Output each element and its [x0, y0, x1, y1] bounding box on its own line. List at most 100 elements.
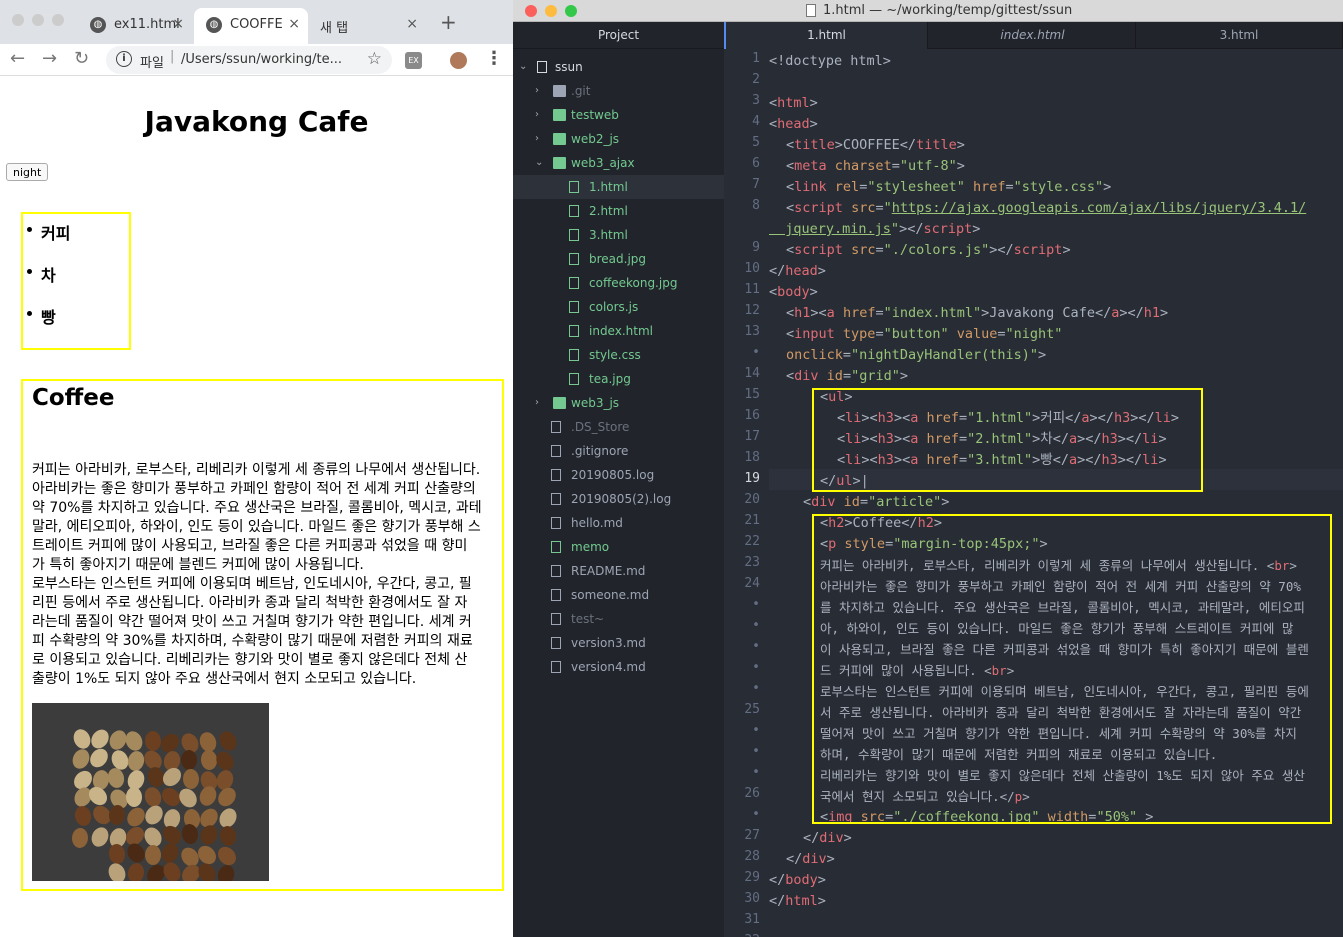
nav-item-coffee[interactable]: 커피 [27, 220, 70, 244]
zoom-window-button[interactable] [52, 14, 64, 26]
file-icon [551, 613, 561, 625]
line-number: • [752, 345, 760, 360]
info-icon[interactable]: i [116, 51, 132, 67]
chevron-down-icon[interactable]: ⌄ [535, 151, 543, 175]
minimize-window-button[interactable] [545, 5, 557, 17]
nav-link[interactable]: 차 [41, 266, 56, 285]
tree-item[interactable]: colors.js [513, 295, 724, 319]
browser-tab-new[interactable]: 새 탭 × [312, 8, 426, 44]
line-number-gutter: 1 2 3 4 5 6 7 8 9 10 11 12 13 • 14 15 16 17 18 19 20 21 22 23 24… [724, 49, 770, 937]
article-paragraph: 커피는 아라비카, 로부스타, 리베리카 이렇게 세 종류의 나무에서 생산됩니… [32, 462, 482, 687]
window-title: 1.html — ~/working/temp/gittest/ssun [823, 3, 1073, 18]
chevron-right-icon[interactable]: › [535, 127, 539, 151]
tree-item[interactable]: 2.html [513, 199, 724, 223]
code-line: <meta charset="utf-8"> [786, 158, 965, 174]
profile-avatar-icon[interactable] [450, 52, 467, 69]
tree-item[interactable]: someone.md [513, 583, 724, 607]
browser-tab-ex11[interactable]: ◍ ex11.html × [78, 8, 192, 44]
forward-arrow-icon[interactable]: → [42, 48, 57, 69]
coffee-bean [145, 844, 161, 865]
tab-close-icon[interactable]: × [288, 16, 300, 32]
code-line: </div> [786, 851, 835, 867]
chevron-right-icon[interactable]: › [535, 79, 539, 103]
nav-link[interactable]: 커피 [41, 224, 70, 243]
code-editor[interactable]: <!doctype html> <html> <head> <title>COO… [769, 49, 1343, 937]
address-url[interactable]: /Users/ssun/working/te... [181, 52, 351, 67]
chevron-right-icon[interactable]: › [535, 391, 539, 415]
code-line: 아, 하와이, 인도 등이 있습니다. 마일드 좋은 향기가 풍부해 스트레이트… [820, 621, 1294, 636]
tree-item[interactable]: style.css [513, 343, 724, 367]
tree-item[interactable]: .DS_Store [513, 415, 724, 439]
code-line: </body> [769, 872, 826, 888]
back-arrow-icon[interactable]: ← [10, 48, 25, 69]
tree-item-label: test~ [571, 612, 605, 626]
editor-tab-indexhtml[interactable]: index.html [930, 22, 1136, 49]
line-number: 20 [744, 492, 760, 507]
nav-item-tea[interactable]: 차 [27, 262, 56, 286]
tree-item[interactable]: tea.jpg [513, 367, 724, 391]
line-number: 11 [744, 282, 760, 297]
nav-item-bread[interactable]: 빵 [27, 304, 56, 328]
bookmark-star-icon[interactable]: ☆ [367, 49, 382, 69]
page-title-link[interactable]: Javakong Cafe [0, 105, 513, 138]
tree-item[interactable]: 1.html [513, 175, 724, 199]
tree-item[interactable]: ⌄ web3_ajax [513, 151, 724, 175]
editor-tab-1html[interactable]: 1.html [724, 22, 928, 49]
code-line: 커피는 아라비카, 로부스타, 리베리카 이렇게 세 종류의 나무에서 생산됩니… [820, 558, 1297, 573]
close-window-button[interactable] [525, 5, 537, 17]
tree-item[interactable]: › web2_js [513, 127, 724, 151]
extension-icon[interactable]: EX [405, 52, 422, 69]
tree-item[interactable]: › .git [513, 79, 724, 103]
line-number: • [752, 744, 760, 759]
coffee-bean [159, 859, 184, 881]
chevron-right-icon[interactable]: › [535, 103, 539, 127]
tree-item[interactable]: coffeekong.jpg [513, 271, 724, 295]
tree-item[interactable]: hello.md [513, 511, 724, 535]
line-number: 5 [752, 135, 760, 150]
file-icon [551, 661, 561, 673]
zoom-window-button[interactable] [565, 5, 577, 17]
minimize-window-button[interactable] [32, 14, 44, 26]
code-line: <head> [769, 116, 818, 132]
nav-link[interactable]: 빵 [41, 308, 56, 327]
reload-icon[interactable]: ↻ [74, 48, 89, 69]
close-window-button[interactable] [12, 14, 24, 26]
editor-window: 1.html — ~/working/temp/gittest/ssun Pro… [513, 0, 1343, 937]
address-bar[interactable]: i 파일 | /Users/ssun/working/te... ☆ [106, 46, 392, 74]
tree-item-label: tea.jpg [589, 372, 631, 386]
tree-item[interactable]: memo [513, 535, 724, 559]
tree-item-label: index.html [589, 324, 653, 338]
menu-kebab-icon[interactable]: ⋮ [485, 48, 503, 69]
tree-item[interactable]: › testweb [513, 103, 724, 127]
new-tab-button[interactable]: + [440, 10, 457, 34]
tree-item[interactable]: 20190805.log [513, 463, 724, 487]
file-icon [551, 493, 561, 505]
tree-item[interactable]: index.html [513, 319, 724, 343]
tree-item[interactable]: ⌄ ssun [513, 55, 724, 79]
article-heading: Coffee [32, 385, 115, 411]
tree-item[interactable]: version4.md [513, 655, 724, 679]
tree-item[interactable]: .gitignore [513, 439, 724, 463]
line-number: 9 [752, 240, 760, 255]
tree-item[interactable]: test~ [513, 607, 724, 631]
line-number: 1 [752, 51, 760, 66]
tree-item[interactable]: README.md [513, 559, 724, 583]
night-button[interactable]: night [6, 163, 49, 181]
tab-close-icon[interactable]: × [406, 16, 418, 32]
tree-item[interactable]: bread.jpg [513, 247, 724, 271]
tree-item-label: someone.md [571, 588, 650, 602]
coffee-bean [126, 861, 146, 881]
browser-tab-cooffee[interactable]: ◍ COOFFEE × [194, 8, 308, 44]
file-icon [569, 373, 579, 385]
tree-item[interactable]: version3.md [513, 631, 724, 655]
tree-item[interactable]: 20190805(2).log [513, 487, 724, 511]
tree-item[interactable]: 3.html [513, 223, 724, 247]
chevron-down-icon[interactable]: ⌄ [519, 55, 527, 79]
tab-close-icon[interactable]: × [172, 16, 184, 32]
file-icon [551, 517, 561, 529]
code-line: 떨어져 맛이 쓰고 거칠며 향기가 약한 편입니다. 세계 커피 수확량의 약 … [820, 726, 1297, 741]
line-number: 29 [744, 870, 760, 885]
folder-icon [553, 133, 566, 145]
editor-tab-3html[interactable]: 3.html [1136, 22, 1343, 49]
tree-item[interactable]: › web3_js [513, 391, 724, 415]
